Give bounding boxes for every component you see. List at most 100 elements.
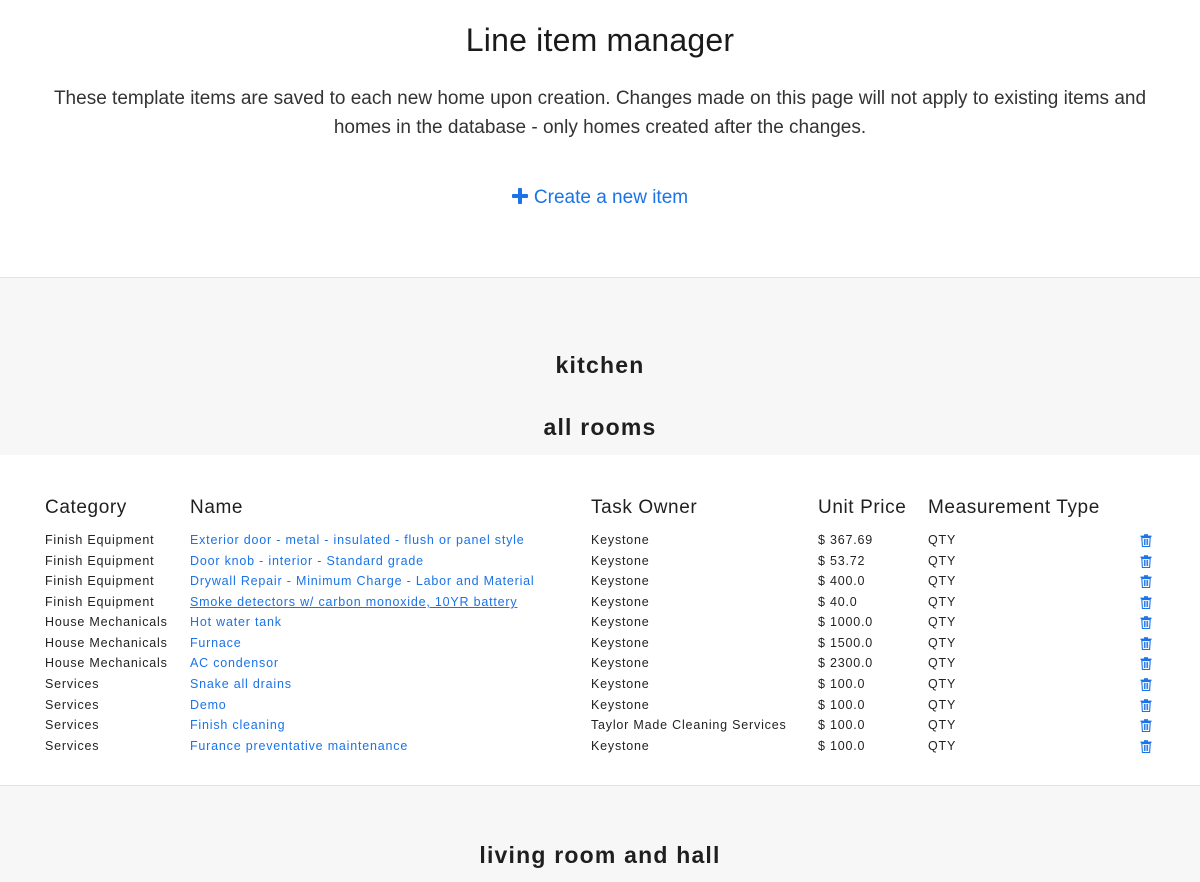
trash-icon	[1140, 657, 1152, 670]
room-title-all-rooms: all rooms	[543, 414, 657, 440]
trash-icon	[1140, 637, 1152, 650]
table-row: Services Finish cleaning Taylor Made Cle…	[0, 718, 1200, 738]
item-name-link[interactable]: Furnace	[190, 636, 241, 650]
column-header-task-owner: Task Owner	[591, 497, 698, 518]
cell-category: Services	[45, 718, 100, 732]
delete-item-button[interactable]	[1140, 740, 1152, 753]
cell-measurement-type: QTY	[928, 698, 957, 712]
trash-icon	[1140, 596, 1152, 609]
cell-task-owner: Keystone	[591, 677, 650, 691]
cell-task-owner: Keystone	[591, 739, 650, 753]
item-name-link[interactable]: Snake all drains	[190, 677, 292, 691]
cell-category: House Mechanicals	[45, 656, 168, 670]
cell-category: Services	[45, 677, 100, 691]
delete-item-button[interactable]	[1140, 637, 1152, 650]
trash-icon	[1140, 534, 1152, 547]
column-header-measurement-type: Measurement Type	[928, 497, 1100, 518]
cell-measurement-type: QTY	[928, 636, 957, 650]
cell-measurement-type: QTY	[928, 739, 957, 753]
cell-measurement-type: QTY	[928, 718, 957, 732]
table-row: House Mechanicals AC condensor Keystone …	[0, 656, 1200, 676]
item-name-link[interactable]: Finish cleaning	[190, 718, 285, 732]
item-name-link[interactable]: Exterior door - metal - insulated - flus…	[190, 533, 525, 547]
cell-measurement-type: QTY	[928, 554, 957, 568]
page-title: Line item manager	[465, 22, 735, 58]
cell-measurement-type: QTY	[928, 574, 957, 588]
delete-item-button[interactable]	[1140, 719, 1152, 732]
page-header: Line item manager These template items a…	[0, 0, 1200, 277]
trash-icon	[1140, 719, 1152, 732]
cell-category: Services	[45, 698, 100, 712]
cell-task-owner: Keystone	[591, 574, 650, 588]
cell-unit-price: $ 367.69	[818, 533, 874, 547]
table-row: Services Demo Keystone $ 100.0 QTY	[0, 698, 1200, 718]
item-name-link[interactable]: AC condensor	[190, 656, 279, 670]
table-row: Services Furance preventative maintenanc…	[0, 739, 1200, 759]
table-row: Finish Equipment Smoke detectors w/ carb…	[0, 595, 1200, 615]
cell-task-owner: Keystone	[591, 636, 650, 650]
cell-category: Finish Equipment	[45, 554, 155, 568]
trash-icon	[1140, 575, 1152, 588]
plus-icon	[511, 188, 528, 204]
table-row: House Mechanicals Hot water tank Keyston…	[0, 615, 1200, 635]
cell-category: Finish Equipment	[45, 574, 155, 588]
cell-unit-price: $ 1000.0	[818, 615, 874, 629]
delete-item-button[interactable]	[1140, 678, 1152, 691]
cell-unit-price: $ 53.72	[818, 554, 866, 568]
column-header-category: Category	[45, 497, 127, 518]
cell-measurement-type: QTY	[928, 677, 957, 691]
delete-item-button[interactable]	[1140, 596, 1152, 609]
cell-unit-price: $ 2300.0	[818, 656, 874, 670]
delete-item-button[interactable]	[1140, 575, 1152, 588]
column-header-name: Name	[190, 497, 244, 518]
cell-category: House Mechanicals	[45, 615, 168, 629]
cell-unit-price: $ 100.0	[818, 739, 866, 753]
cell-unit-price: $ 1500.0	[818, 636, 874, 650]
cell-unit-price: $ 40.0	[818, 595, 858, 609]
cell-unit-price: $ 100.0	[818, 698, 866, 712]
cell-measurement-type: QTY	[928, 656, 957, 670]
delete-item-button[interactable]	[1140, 534, 1152, 547]
trash-icon	[1140, 678, 1152, 691]
table-row: Finish Equipment Exterior door - metal -…	[0, 533, 1200, 553]
room-title-kitchen: kitchen	[555, 352, 645, 378]
cell-unit-price: $ 100.0	[818, 718, 866, 732]
delete-item-button[interactable]	[1140, 699, 1152, 712]
delete-item-button[interactable]	[1140, 555, 1152, 568]
column-header-unit-price: Unit Price	[818, 497, 907, 518]
item-name-link[interactable]: Door knob - interior - Standard grade	[190, 554, 424, 568]
trash-icon	[1140, 616, 1152, 629]
cell-category: House Mechanicals	[45, 636, 168, 650]
table-row: Finish Equipment Door knob - interior - …	[0, 554, 1200, 574]
table-row: Finish Equipment Drywall Repair - Minimu…	[0, 574, 1200, 594]
item-name-link[interactable]: Hot water tank	[190, 615, 282, 629]
cell-measurement-type: QTY	[928, 595, 957, 609]
delete-item-button[interactable]	[1140, 616, 1152, 629]
item-name-link[interactable]: Furance preventative maintenance	[190, 739, 408, 753]
table-row: Services Snake all drains Keystone $ 100…	[0, 677, 1200, 697]
cell-category: Finish Equipment	[45, 595, 155, 609]
item-name-link[interactable]: Drywall Repair - Minimum Charge - Labor …	[190, 574, 534, 588]
item-name-link[interactable]: Smoke detectors w/ carbon monoxide, 10YR…	[190, 595, 517, 609]
cell-task-owner: Keystone	[591, 533, 650, 547]
cell-category: Finish Equipment	[45, 533, 155, 547]
room-title-living-room-and-hall: living room and hall	[479, 842, 721, 868]
cell-task-owner: Keystone	[591, 554, 650, 568]
cell-task-owner: Keystone	[591, 656, 650, 670]
create-new-item-button[interactable]: Create a new item	[0, 187, 1200, 209]
cell-measurement-type: QTY	[928, 615, 957, 629]
cell-task-owner: Keystone	[591, 595, 650, 609]
cell-category: Services	[45, 739, 100, 753]
page-description: These template items are saved to each n…	[53, 88, 1147, 138]
trash-icon	[1140, 699, 1152, 712]
item-name-link[interactable]: Demo	[190, 698, 227, 712]
create-new-item-label: Create a new item	[533, 187, 689, 208]
cell-measurement-type: QTY	[928, 533, 957, 547]
trash-icon	[1140, 555, 1152, 568]
cell-unit-price: $ 100.0	[818, 677, 866, 691]
delete-item-button[interactable]	[1140, 657, 1152, 670]
cell-task-owner: Keystone	[591, 615, 650, 629]
cell-task-owner: Taylor Made Cleaning Services	[591, 718, 787, 732]
trash-icon	[1140, 740, 1152, 753]
cell-unit-price: $ 400.0	[818, 574, 866, 588]
